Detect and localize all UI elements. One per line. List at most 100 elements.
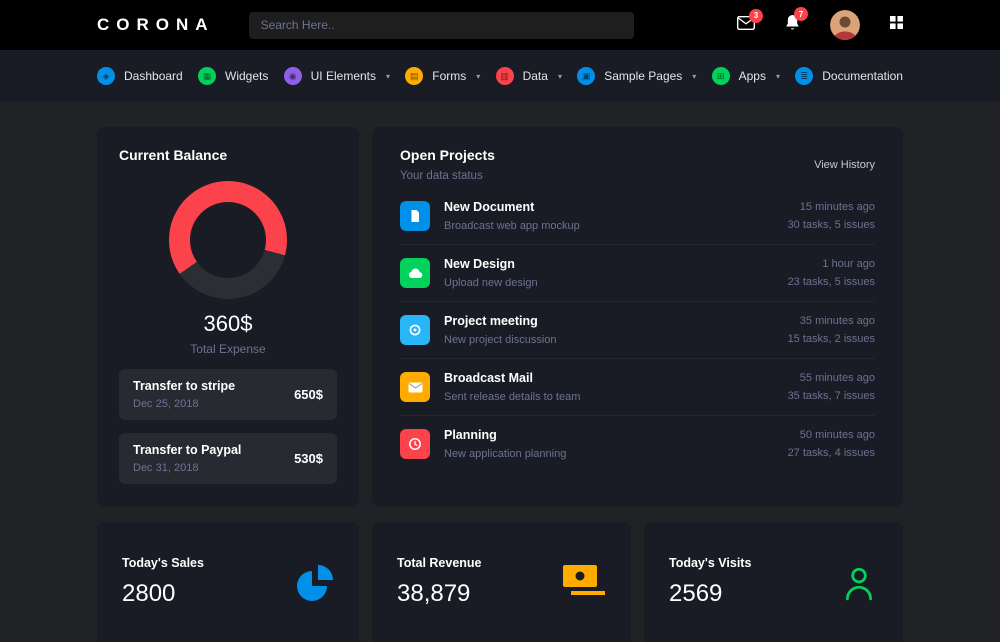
pages-glyph: ▣ xyxy=(582,72,591,81)
project-tasks: 30 tasks, 5 issues xyxy=(788,219,875,231)
project-meta-block: 55 minutes ago 35 tasks, 7 issues xyxy=(788,372,875,402)
transfer-title: Transfer to stripe xyxy=(133,379,235,393)
stat-text: Total Revenue 38,879 xyxy=(397,556,482,608)
transfer-amount: 530$ xyxy=(294,451,323,466)
view-history-link[interactable]: View History xyxy=(814,159,875,171)
project-tasks: 23 tasks, 5 issues xyxy=(788,276,875,288)
project-subtitle: New project discussion xyxy=(444,334,557,346)
stat-label: Total Revenue xyxy=(397,556,482,570)
donut-hole xyxy=(190,202,266,278)
open-projects-card: Open Projects Your data status View Hist… xyxy=(372,127,903,507)
project-row: Broadcast Mail Sent release details to t… xyxy=(400,359,875,416)
widgets-glyph: ▦ xyxy=(203,72,212,81)
menu-item-forms[interactable]: ▤ Forms ▾ xyxy=(405,67,480,85)
project-tasks: 35 tasks, 7 issues xyxy=(788,390,875,402)
apps-icon: ⊞ xyxy=(712,67,730,85)
main-menu: ◈ Dashboard ▦ Widgets ◉ UI Elements ▾ ▤ … xyxy=(0,50,1000,102)
projects-header: Open Projects Your data status View Hist… xyxy=(400,147,875,182)
project-row: New Design Upload new design 1 hour ago … xyxy=(400,245,875,302)
project-time: 1 hour ago xyxy=(788,258,875,270)
menu-label: Sample Pages xyxy=(604,69,682,83)
project-time: 35 minutes ago xyxy=(788,315,875,327)
search-input[interactable] xyxy=(249,12,634,39)
ui-elements-glyph: ◉ xyxy=(289,72,297,81)
logo[interactable]: CORONA xyxy=(97,15,215,35)
stat-text: Today's Sales 2800 xyxy=(122,556,204,608)
stat-value: 38,879 xyxy=(397,580,482,608)
transfer-item: Transfer to Paypal Dec 31, 2018 530$ xyxy=(119,433,337,484)
menu-item-dashboard[interactable]: ◈ Dashboard xyxy=(97,67,183,85)
ui-elements-icon: ◉ xyxy=(284,67,302,85)
project-meta-block: 15 minutes ago 30 tasks, 5 issues xyxy=(788,201,875,231)
speedometer-icon: ◈ xyxy=(97,67,115,85)
chevron-down-icon: ▾ xyxy=(692,72,696,81)
project-row: New Document Broadcast web app mockup 15… xyxy=(400,188,875,245)
apps-glyph: ⊞ xyxy=(717,72,725,81)
chevron-down-icon: ▾ xyxy=(558,72,562,81)
chevron-down-icon: ▾ xyxy=(476,72,480,81)
menu-item-widgets[interactable]: ▦ Widgets xyxy=(198,67,268,85)
notifications-button[interactable]: 7 xyxy=(785,14,800,36)
mail-button[interactable]: 3 xyxy=(737,16,755,35)
widgets-icon: ▦ xyxy=(198,67,216,85)
main-content: Current Balance 360$ Total Expense Trans… xyxy=(0,102,1000,642)
stat-value: 2800 xyxy=(122,580,204,608)
person-icon xyxy=(840,564,878,602)
project-meta-block: 1 hour ago 23 tasks, 5 issues xyxy=(788,258,875,288)
speedometer-glyph: ◈ xyxy=(103,72,110,81)
menu-item-ui-elements[interactable]: ◉ UI Elements ▾ xyxy=(284,67,390,85)
project-row: Planning New application planning 50 min… xyxy=(400,416,875,472)
transfer-info: Transfer to Paypal Dec 31, 2018 xyxy=(133,443,241,474)
menu-item-apps[interactable]: ⊞ Apps ▾ xyxy=(712,67,780,85)
card-title: Open Projects xyxy=(400,147,495,163)
stat-label: Today's Sales xyxy=(122,556,204,570)
project-subtitle: Broadcast web app mockup xyxy=(444,220,580,232)
card-subtitle: Your data status xyxy=(400,170,495,182)
forms-icon: ▤ xyxy=(405,67,423,85)
money-icon xyxy=(562,564,606,596)
forms-glyph: ▤ xyxy=(410,72,419,81)
document-icon xyxy=(400,201,430,231)
project-time: 15 minutes ago xyxy=(788,201,875,213)
menu-label: UI Elements xyxy=(311,69,376,83)
menu-label: Forms xyxy=(432,69,466,83)
project-row: Project meeting New project discussion 3… xyxy=(400,302,875,359)
project-title: Project meeting xyxy=(444,314,557,328)
menu-item-documentation[interactable]: ≣ Documentation xyxy=(795,67,903,85)
menu-label: Apps xyxy=(739,69,766,83)
transfer-info: Transfer to stripe Dec 25, 2018 xyxy=(133,379,235,410)
docs-glyph: ≣ xyxy=(800,72,808,81)
projects-titles: Open Projects Your data status xyxy=(400,147,495,182)
project-title: New Design xyxy=(444,257,538,271)
transfer-item: Transfer to stripe Dec 25, 2018 650$ xyxy=(119,369,337,420)
total-expense-amount: 360$ xyxy=(119,311,337,337)
transfer-title: Transfer to Paypal xyxy=(133,443,241,457)
pie-chart-icon xyxy=(294,564,334,604)
total-expense-label: Total Expense xyxy=(119,342,337,356)
menu-label: Dashboard xyxy=(124,69,183,83)
project-text: Planning New application planning xyxy=(444,428,566,460)
menu-label: Documentation xyxy=(822,69,903,83)
project-tasks: 15 tasks, 2 issues xyxy=(788,333,875,345)
grid-icon xyxy=(890,16,903,34)
menu-item-sample-pages[interactable]: ▣ Sample Pages ▾ xyxy=(577,67,696,85)
current-balance-card: Current Balance 360$ Total Expense Trans… xyxy=(97,127,359,507)
avatar[interactable] xyxy=(830,10,860,40)
card-title: Current Balance xyxy=(119,147,337,163)
grid-menu-button[interactable] xyxy=(890,16,903,34)
clock-icon xyxy=(400,429,430,459)
chevron-down-icon: ▾ xyxy=(386,72,390,81)
project-subtitle: Sent release details to team xyxy=(444,391,580,403)
project-meta-block: 50 minutes ago 27 tasks, 4 issues xyxy=(788,429,875,459)
data-icon: ▥ xyxy=(496,67,514,85)
project-subtitle: Upload new design xyxy=(444,277,538,289)
transfer-date: Dec 31, 2018 xyxy=(133,462,241,474)
menu-label: Widgets xyxy=(225,69,268,83)
menu-item-data[interactable]: ▥ Data ▾ xyxy=(496,67,562,85)
topbar: CORONA 3 7 xyxy=(0,0,1000,50)
project-text: Broadcast Mail Sent release details to t… xyxy=(444,371,580,403)
todays-sales-card: Today's Sales 2800 xyxy=(97,522,359,642)
project-time: 50 minutes ago xyxy=(788,429,875,441)
transfer-amount: 650$ xyxy=(294,387,323,402)
stat-value: 2569 xyxy=(669,580,751,608)
